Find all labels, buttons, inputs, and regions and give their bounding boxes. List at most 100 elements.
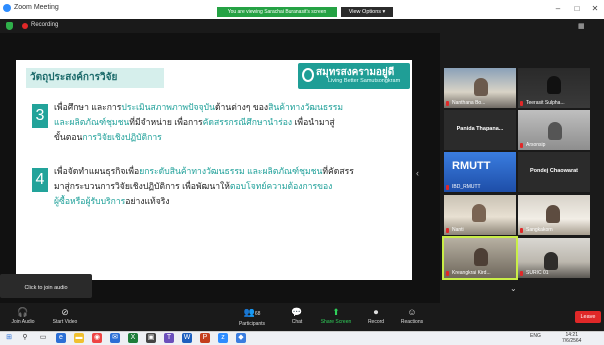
task-view-icon[interactable]: ▭ [38, 333, 48, 343]
edge-browser-icon[interactable]: e [56, 333, 66, 343]
participant-name: Arsonsip [526, 142, 546, 148]
excel-icon[interactable]: X [128, 333, 138, 343]
muted-mic-icon [446, 185, 449, 190]
word-icon[interactable]: W [182, 333, 192, 343]
slide-heading: วัตถุประสงค์การวิจัย [26, 68, 164, 88]
participant-tile[interactable]: Panida Thapana... [444, 110, 516, 150]
participant-video-person [546, 205, 560, 223]
record-icon: ⏺ [373, 307, 379, 317]
participant-tile[interactable]: SURIC 01 [518, 238, 590, 278]
join-audio-tooltip: Click to join audio [0, 274, 92, 298]
participant-tile[interactable]: Nanthana Bo... [444, 68, 516, 108]
participant-video-person [548, 122, 562, 140]
point-3-line-3: ขั้นตอนการวิจัยเชิงปฏิบัติการ [54, 132, 162, 142]
join-audio-button[interactable]: 🎧 Join Audio [8, 303, 38, 331]
powerpoint-icon[interactable]: P [200, 333, 210, 343]
gallery-next-page-icon[interactable]: ⌄ [510, 284, 517, 293]
participant-name: IBD_RMUTT [452, 184, 481, 190]
point-3-line-1: เพื่อศึกษา และการประเมินสภาพภาพปัจจุบันด… [54, 102, 344, 112]
recording-dot-icon [22, 23, 28, 29]
chat-button[interactable]: 💬 Chat [286, 303, 308, 331]
title-bar: Zoom Meeting You are viewing Sarachai Bu… [0, 0, 604, 20]
point-number-4: 4 [32, 168, 48, 192]
chrome-icon[interactable]: ◉ [92, 333, 102, 343]
point-3-text: เพื่อศึกษา และการประเมินสภาพภาพปัจจุบันด… [54, 100, 374, 145]
rmutt-video-text: RMUTT [452, 160, 491, 172]
language-indicator[interactable]: ENG [530, 333, 541, 339]
logo-tagline: Living Better Samutsongkram [328, 78, 401, 84]
muted-mic-icon [446, 101, 449, 106]
participant-tile-active-speaker[interactable]: Kreangkrai Kird... [442, 236, 518, 280]
participant-video-person [474, 78, 488, 96]
muted-mic-icon [520, 101, 523, 106]
participant-video-person [544, 252, 558, 270]
point-4-line-1: เพื่อจัดทำแผนธุรกิจเพื่อยกระดับสินค้าทาง… [54, 166, 354, 176]
muted-mic-icon [446, 228, 449, 233]
participant-tile[interactable]: Nanti [444, 195, 516, 235]
participant-video-person [547, 76, 561, 94]
meeting-status-row: Recording ▦ [0, 19, 604, 33]
participant-tile[interactable]: RMUTT IBD_RMUTT [444, 152, 516, 192]
video-off-icon: ⊘ [61, 307, 69, 317]
teams-icon[interactable]: T [164, 333, 174, 343]
participant-name: Nanti [452, 227, 464, 233]
participant-video-person [474, 248, 488, 266]
maximize-icon[interactable]: □ [572, 4, 582, 14]
screen-share-banner: You are viewing Sarachai Buranasit's scr… [217, 7, 337, 17]
record-button[interactable]: ⏺ Record [363, 303, 389, 331]
point-3-line-2: และผลิตภัณฑ์ชุมชนที่มีจำหน่าย เพื่อการคั… [54, 117, 335, 127]
participant-tile[interactable]: Arsonsip [518, 110, 590, 150]
meeting-toolbar: 🎧 Join Audio ⊘ Start Video 👥68 Participa… [0, 303, 604, 331]
share-screen-button[interactable]: ⬆ Share Screen [318, 303, 354, 331]
collapse-gallery-arrow-icon[interactable]: ‹ [416, 168, 419, 178]
start-video-button[interactable]: ⊘ Start Video [48, 303, 82, 331]
point-4-text: เพื่อจัดทำแผนธุรกิจเพื่อยกระดับสินค้าทาง… [54, 164, 384, 209]
windows-start-icon[interactable]: ⊞ [4, 333, 14, 343]
participants-button[interactable]: 👥68 Participants [234, 303, 270, 331]
file-explorer-icon[interactable]: ▬ [74, 333, 84, 343]
point-4-line-2: มาสู่กระบวนการวิจัยเชิงปฏิบัติการ เพื่อพ… [54, 181, 333, 191]
system-clock[interactable]: 14:21 7/6/2564 [562, 332, 581, 344]
logo-mark-icon [302, 68, 314, 82]
zoom-taskbar-icon[interactable]: z [218, 333, 228, 343]
muted-mic-icon [520, 143, 523, 148]
participant-tile[interactable]: Teerasit Sulpha... [518, 68, 590, 108]
muted-mic-icon [520, 228, 523, 233]
participant-tile[interactable]: Sangkakorn [518, 195, 590, 235]
reactions-button[interactable]: ☺ Reactions [397, 303, 427, 331]
app-icon[interactable]: ▣ [146, 333, 156, 343]
minimize-icon[interactable]: – [553, 4, 563, 14]
muted-mic-icon [446, 271, 449, 276]
gallery-view-icon[interactable]: ▦ [578, 22, 585, 30]
participants-icon: 👥68 [243, 307, 261, 317]
participant-name: Pondej Chaowarat [530, 168, 578, 174]
reactions-icon: ☺ [407, 307, 417, 317]
participant-name: Nanthana Bo... [452, 100, 486, 106]
participant-tile[interactable]: Pondej Chaowarat [518, 152, 590, 192]
encryption-shield-icon[interactable] [6, 22, 13, 30]
headphones-icon: 🎧 [17, 307, 29, 317]
participant-video-person [472, 204, 486, 222]
participant-name: Teerasit Sulpha... [526, 100, 565, 106]
point-4-line-3: ผู้ซื้อหรือผู้รับบริการอย่างแท้จริง [54, 196, 170, 206]
participant-name: Kreangkrai Kird... [452, 270, 491, 276]
recording-label: Recording [31, 22, 59, 28]
organization-logo: สมุทรสงครามอยู่ดี Living Better Samutson… [298, 63, 410, 89]
app-title: Zoom Meeting [14, 4, 59, 11]
zoom-logo-icon [3, 4, 11, 12]
point-number-3: 3 [32, 104, 48, 128]
mail-icon[interactable]: ✉ [110, 333, 120, 343]
leave-button[interactable]: Leave [575, 311, 601, 323]
app-icon[interactable]: ◆ [236, 333, 246, 343]
share-screen-icon: ⬆ [332, 307, 340, 317]
close-icon[interactable]: ✕ [590, 4, 600, 14]
windows-taskbar: ⊞ ⚲ ▭ e ▬ ◉ ✉ X ▣ T W P z ◆ ENG 14:21 7/… [0, 331, 604, 345]
view-options-button[interactable]: View Options ▾ [341, 7, 393, 17]
muted-mic-icon [520, 271, 523, 276]
chat-icon: 💬 [291, 307, 303, 317]
participant-name: SURIC 01 [526, 270, 549, 276]
participant-name: Panida Thapana... [456, 126, 504, 132]
search-icon[interactable]: ⚲ [20, 333, 30, 343]
clock-date: 7/6/2564 [562, 338, 582, 344]
participant-name: Sangkakorn [526, 227, 553, 233]
